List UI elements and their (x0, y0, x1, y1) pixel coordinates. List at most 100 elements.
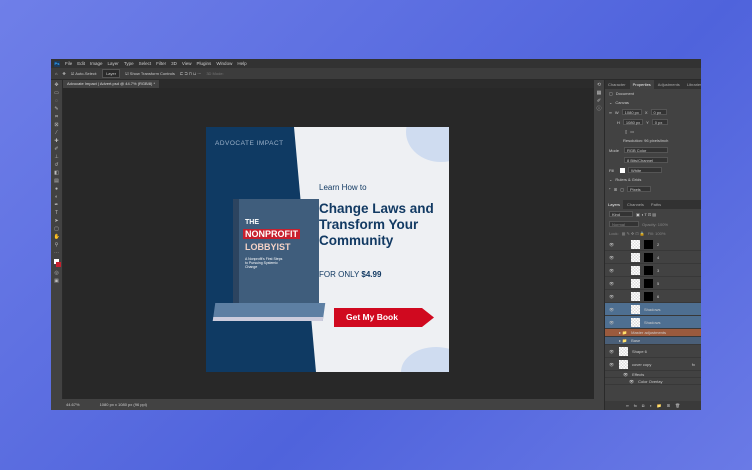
brush-tool-icon[interactable]: ✐ (54, 147, 60, 152)
layer-group-row[interactable]: ▸ 📁 Master adjustments (605, 329, 701, 337)
menu-3d[interactable]: 3D (171, 61, 177, 66)
fill-dropdown[interactable]: White (628, 167, 662, 173)
auto-select-checkbox[interactable]: ☑ Auto-Select: (71, 71, 97, 76)
eye-icon[interactable]: 👁 (609, 294, 615, 299)
move-tool-icon[interactable]: ✥ (54, 83, 60, 88)
layer-row[interactable]: 👁 3 (605, 264, 701, 277)
menu-layer[interactable]: Layer (108, 61, 119, 66)
grid-icon[interactable]: ⊞ (614, 187, 617, 192)
ruler-icon[interactable]: ⌜ (609, 187, 611, 192)
auto-select-dropdown[interactable]: Layer (102, 69, 121, 78)
eye-icon[interactable]: 👁 (609, 362, 615, 367)
filter-icons[interactable]: ▣ ◑ T ⊡ ▤ (636, 212, 656, 217)
menu-file[interactable]: File (65, 61, 72, 66)
lock-icons[interactable]: ▦ ✎ ✥ ⊡ 🔒 (622, 231, 645, 236)
frame-tool-icon[interactable]: ⊠ (54, 123, 60, 128)
path-select-icon[interactable]: ➤ (54, 219, 60, 224)
depth-dropdown[interactable]: 8 Bits/Channel (624, 157, 668, 163)
effects-row[interactable]: 👁 Effects (605, 371, 701, 378)
menu-help[interactable]: Help (237, 61, 246, 66)
eraser-tool-icon[interactable]: ◧ (54, 171, 60, 176)
healing-tool-icon[interactable]: ✚ (54, 139, 60, 144)
quick-mask-icon[interactable]: ◎ (54, 271, 60, 276)
menu-plugins[interactable]: Plugins (197, 61, 212, 66)
select-tool-icon[interactable]: ✎ (54, 107, 60, 112)
layer-row[interactable]: 👁 2 (605, 238, 701, 251)
color-swatches[interactable] (53, 259, 61, 268)
tab-adjustments[interactable]: Adjustments (655, 80, 683, 89)
tab-libraries[interactable]: Libraries (684, 80, 701, 89)
eye-icon[interactable]: 👁 (609, 242, 615, 247)
layer-row[interactable]: 👁 Shadows (605, 316, 701, 329)
document-tab[interactable]: Advocate Impact | Advert.psd @ 44.7% (RG… (63, 80, 160, 88)
add-mask-icon[interactable]: ◘ (642, 403, 644, 408)
pen-tool-icon[interactable]: ✒ (54, 203, 60, 208)
new-group-icon[interactable]: 📁 (657, 403, 662, 408)
fx-icon[interactable]: fx (692, 362, 695, 367)
align-icons[interactable]: ⊏ ⊐ ⊓ ⊔ ⋯ (180, 71, 201, 76)
eye-icon[interactable]: 👁 (609, 320, 615, 325)
link-layers-icon[interactable]: ∞ (626, 403, 629, 408)
adjustment-icon[interactable]: ◑ (649, 403, 651, 408)
layer-row[interactable]: 👁 Shadows (605, 303, 701, 316)
height-field[interactable]: 1080 px (622, 119, 644, 125)
info-icon[interactable]: ⓘ (596, 107, 602, 112)
landscape-icon[interactable]: ▭ (630, 129, 634, 134)
shape-tool-icon[interactable]: ▢ (54, 227, 60, 232)
fx-icon[interactable]: fx (634, 403, 637, 408)
layer-row[interactable]: 👁 Shape 6 (605, 345, 701, 358)
x-field[interactable]: 0 px (650, 109, 667, 115)
menu-view[interactable]: View (182, 61, 192, 66)
move-tool-icon[interactable]: ✥ (62, 71, 65, 76)
tab-paths[interactable]: Paths (648, 200, 664, 209)
zoom-level[interactable]: 44.67% (66, 402, 80, 407)
blend-mode-dropdown[interactable]: Normal (609, 221, 639, 227)
menu-edit[interactable]: Edit (77, 61, 85, 66)
screen-mode-icon[interactable]: ▣ (54, 279, 60, 284)
get-my-book-button[interactable]: Get My Book (334, 308, 434, 327)
opacity-field[interactable]: Opacity: 100% (642, 222, 668, 227)
layer-row[interactable]: 👁 cover copy fx (605, 358, 701, 371)
eye-icon[interactable]: 👁 (609, 307, 615, 312)
eye-icon[interactable]: 👁 (623, 372, 628, 377)
y-field[interactable]: 0 px (651, 119, 668, 125)
tab-character[interactable]: Character (605, 80, 629, 89)
lasso-tool-icon[interactable]: ◌ (54, 99, 60, 104)
marquee-tool-icon[interactable]: ▭ (54, 91, 60, 96)
menu-image[interactable]: Image (90, 61, 103, 66)
history-brush-icon[interactable]: ↺ (54, 163, 60, 168)
eye-icon[interactable]: 👁 (629, 379, 634, 384)
more-tools-icon[interactable]: ⋯ (54, 251, 60, 256)
layer-row[interactable]: 👁 4 (605, 251, 701, 264)
tab-layers[interactable]: Layers (605, 200, 624, 209)
crop-tool-icon[interactable]: ⌗ (54, 115, 60, 120)
mode-dropdown[interactable]: RGB Color (624, 147, 668, 153)
link-icon[interactable]: ∞ (609, 110, 612, 115)
gradient-tool-icon[interactable]: ▤ (54, 179, 60, 184)
layer-row[interactable]: 👁 5 (605, 277, 701, 290)
menu-filter[interactable]: Filter (156, 61, 166, 66)
eye-icon[interactable]: 👁 (609, 349, 615, 354)
hand-tool-icon[interactable]: ✋ (54, 235, 60, 240)
new-layer-icon[interactable]: ⊞ (667, 403, 670, 408)
eye-icon[interactable]: 👁 (609, 268, 615, 273)
dodge-tool-icon[interactable]: ◐ (54, 195, 60, 200)
width-field[interactable]: 1080 px (621, 109, 642, 115)
home-icon[interactable]: ⌂ (55, 71, 57, 76)
history-icon[interactable]: ⟲ (596, 83, 602, 88)
ad-artboard[interactable]: ADVOCATE IMPACT THE NONPROFIT LOBBYIST A… (206, 127, 449, 372)
effect-row[interactable]: 👁 Color Overlay (605, 378, 701, 385)
kind-dropdown[interactable]: Kind (609, 211, 633, 217)
tab-properties[interactable]: Properties (629, 80, 654, 89)
stamp-tool-icon[interactable]: ⊥ (54, 155, 60, 160)
eye-icon[interactable]: 👁 (609, 281, 615, 286)
tab-channels[interactable]: Channels (624, 200, 647, 209)
menu-select[interactable]: Select (139, 61, 152, 66)
chevron-down-icon[interactable]: ⌄ (609, 100, 612, 105)
blur-tool-icon[interactable]: ● (54, 187, 60, 192)
show-transform-checkbox[interactable]: ☑ Show Transform Controls (125, 71, 175, 76)
delete-icon[interactable]: 🗑 (675, 403, 680, 408)
swatches-icon[interactable]: ▦ (596, 91, 602, 96)
zoom-tool-icon[interactable]: ⚲ (54, 243, 60, 248)
layer-group-row[interactable]: ▸ 📁 Base (605, 337, 701, 345)
